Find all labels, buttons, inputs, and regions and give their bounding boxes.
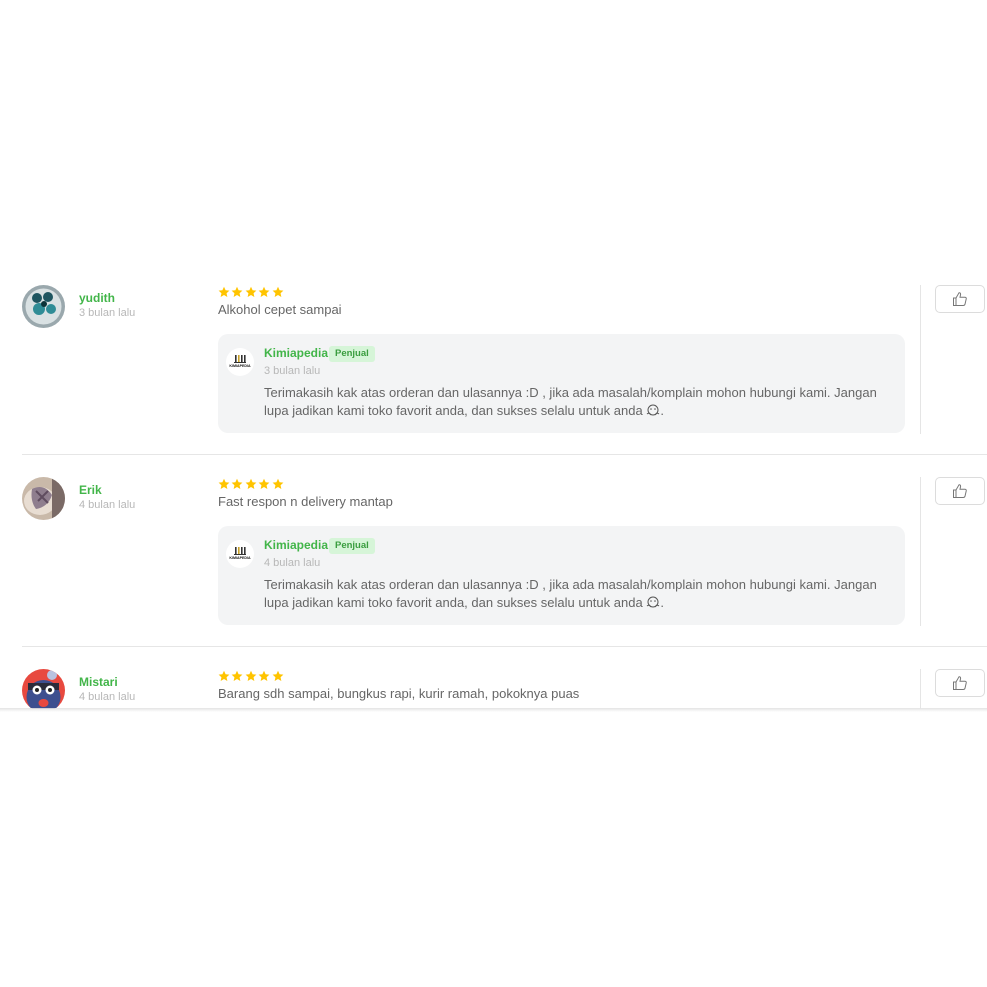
review-time: 4 bulan lalu bbox=[79, 499, 136, 511]
like-button[interactable] bbox=[935, 669, 985, 697]
review-text: Barang sdh sampai, bungkus rapi, kurir r… bbox=[218, 686, 580, 701]
star-icon bbox=[231, 478, 243, 489]
panel-bottom-shadow bbox=[0, 708, 987, 712]
seller-name[interactable]: Kimiapedia bbox=[264, 346, 328, 360]
star-icon bbox=[272, 478, 283, 489]
reviewer-name[interactable]: Mistari bbox=[79, 675, 118, 689]
review-text: Fast respon n delivery mantap bbox=[218, 494, 393, 509]
reviewer-avatar[interactable] bbox=[22, 669, 65, 709]
hug-emoji-icon bbox=[646, 404, 660, 422]
divider-vertical bbox=[920, 477, 921, 626]
reviewer-name[interactable]: yudith bbox=[79, 291, 115, 305]
seller-logo: KIMIAPEDIA bbox=[226, 540, 254, 568]
seller-logo-text: KIMIAPEDIA bbox=[229, 556, 251, 560]
reply-text: Terimakasih kak atas orderan dan ulasann… bbox=[264, 384, 894, 422]
seller-logo: KIMIAPEDIA bbox=[226, 348, 254, 376]
review-time: 4 bulan lalu bbox=[79, 691, 136, 703]
star-icon bbox=[258, 286, 270, 297]
thumbs-up-icon bbox=[953, 484, 967, 498]
star-icon bbox=[231, 286, 243, 297]
star-icon bbox=[245, 286, 257, 297]
like-button[interactable] bbox=[935, 477, 985, 505]
reply-text-body: Terimakasih kak atas orderan dan ulasann… bbox=[264, 577, 877, 610]
reviewer-avatar[interactable] bbox=[22, 285, 65, 328]
reviewer-name[interactable]: Erik bbox=[79, 483, 102, 497]
star-icon bbox=[218, 478, 230, 489]
star-icon bbox=[245, 478, 257, 489]
reply-text-end: . bbox=[660, 403, 664, 418]
seller-name[interactable]: Kimiapedia bbox=[264, 538, 328, 552]
reply-time: 4 bulan lalu bbox=[264, 557, 321, 569]
thumbs-up-icon bbox=[953, 292, 967, 306]
hug-emoji-icon bbox=[646, 596, 660, 614]
rating-stars bbox=[218, 478, 285, 490]
thumbs-up-icon bbox=[953, 676, 967, 690]
like-button[interactable] bbox=[935, 285, 985, 313]
divider-vertical bbox=[920, 285, 921, 434]
reply-time: 3 bulan lalu bbox=[264, 365, 321, 377]
star-icon bbox=[245, 670, 257, 681]
reply-text: Terimakasih kak atas orderan dan ulasann… bbox=[264, 576, 894, 614]
star-icon bbox=[272, 670, 283, 681]
review-text: Alkohol cepet sampai bbox=[218, 302, 342, 317]
reply-text-body: Terimakasih kak atas orderan dan ulasann… bbox=[264, 385, 877, 418]
review-item: Mistari 4 bulan lalu Barang sdh sampai, … bbox=[0, 647, 987, 709]
star-icon bbox=[272, 286, 283, 297]
reply-text-end: . bbox=[660, 595, 664, 610]
star-icon bbox=[258, 478, 270, 489]
divider-vertical bbox=[920, 669, 921, 709]
seller-badge: Penjual bbox=[329, 346, 375, 362]
rating-stars bbox=[218, 670, 285, 682]
review-time: 3 bulan lalu bbox=[79, 307, 136, 319]
star-icon bbox=[231, 670, 243, 681]
seller-reply: KIMIAPEDIA Kimiapedia Penjual 3 bulan la… bbox=[218, 334, 905, 433]
seller-reply: KIMIAPEDIA Kimiapedia Penjual 4 bulan la… bbox=[218, 526, 905, 625]
review-item: Erik 4 bulan lalu Fast respon n delivery… bbox=[0, 455, 987, 647]
star-icon bbox=[258, 670, 270, 681]
reviewer-avatar[interactable] bbox=[22, 477, 65, 520]
reviews-panel: yudith 3 bulan lalu Alkohol cepet sampai… bbox=[0, 263, 987, 709]
rating-stars bbox=[218, 286, 285, 298]
seller-badge: Penjual bbox=[329, 538, 375, 554]
seller-logo-text: KIMIAPEDIA bbox=[229, 364, 251, 368]
review-item: yudith 3 bulan lalu Alkohol cepet sampai… bbox=[0, 263, 987, 455]
star-icon bbox=[218, 670, 230, 681]
star-icon bbox=[218, 286, 230, 297]
